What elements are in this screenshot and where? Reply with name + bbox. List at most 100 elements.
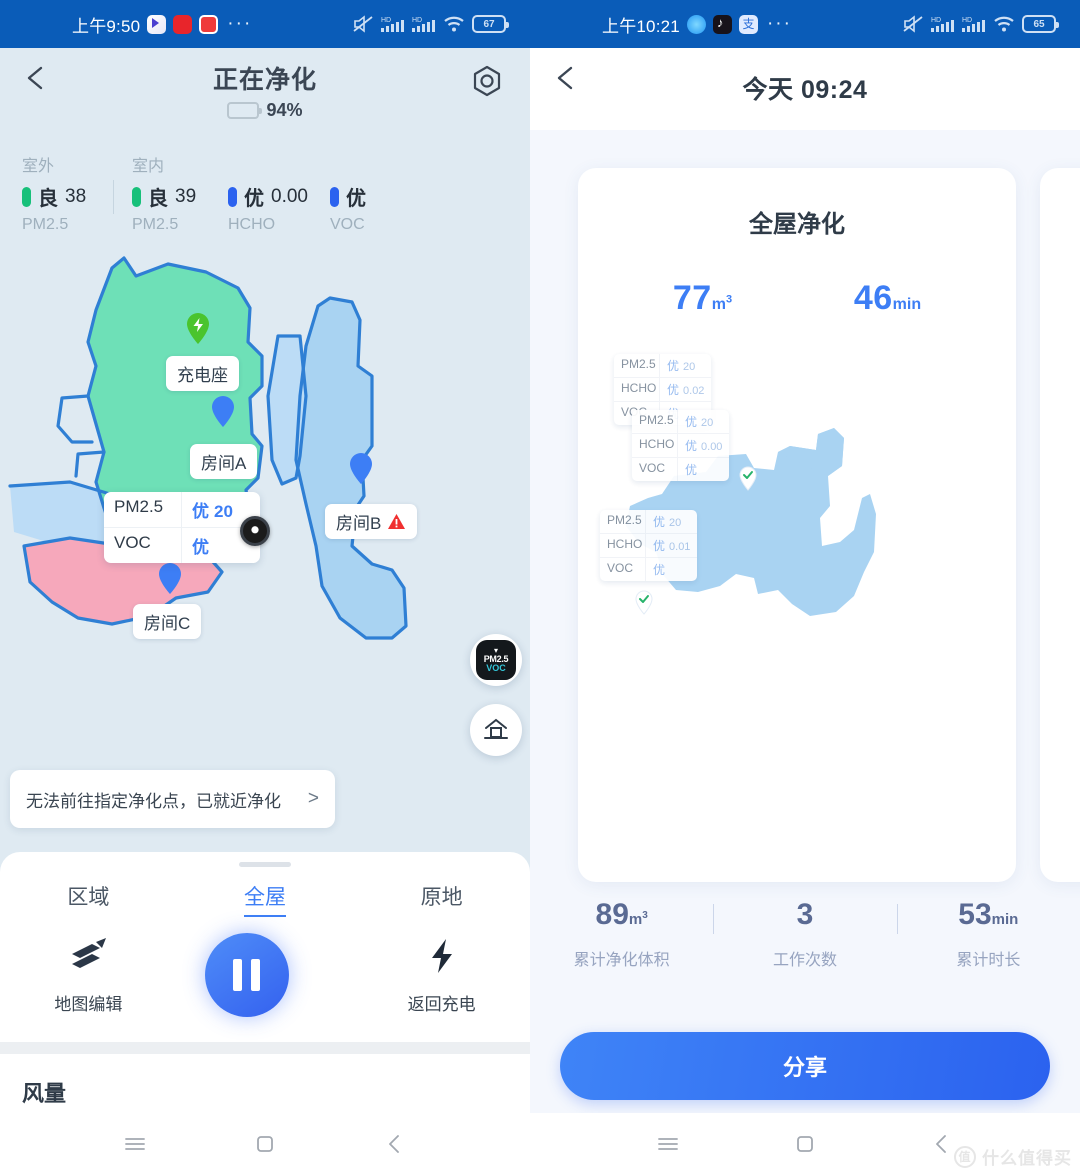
total-duration-label: 累计时长 <box>956 952 1021 969</box>
total-runs: 3 工作次数 <box>713 898 896 970</box>
chevron-right-icon: > <box>307 788 319 809</box>
pause-button[interactable] <box>204 933 325 1017</box>
tip-key: PM2.5 <box>600 510 646 533</box>
home-square-icon[interactable] <box>252 1131 278 1157</box>
red-note-icon <box>199 14 219 34</box>
tab-whole-house[interactable]: 全屋 <box>243 881 286 917</box>
wifi-icon <box>444 16 464 32</box>
tip-row: PM2.5 优 20 <box>600 510 697 533</box>
map-edit-button[interactable]: 地图编辑 <box>28 936 148 1015</box>
air-quality-value: 0.00 <box>271 185 308 207</box>
device-battery-icon <box>227 102 263 119</box>
report-card-next[interactable] <box>1040 168 1080 882</box>
room-a-pin[interactable] <box>208 394 238 432</box>
return-to-dock-button[interactable]: 返回充电 <box>382 936 502 1015</box>
status-toast[interactable]: 无法前往指定净化点，已就近净化 > <box>10 770 335 828</box>
device-battery: 94% <box>0 100 530 121</box>
tip-key: VOC <box>600 558 646 581</box>
air-quality-indoor: 室内 良 39 PM2.5 优 0.00 HCHO 优 VOC <box>114 152 404 234</box>
cumulative-totals: 89m3 累计净化体积 3 工作次数 53min 累计时长 <box>530 898 1080 970</box>
status-battery-level: 65 <box>1033 18 1045 30</box>
report-card-title: 全屋净化 <box>749 211 845 238</box>
report-tip-3: PM2.5 优 20 HCHO 优 0.01 VOC 优 <box>600 510 698 581</box>
tip-level: 优 <box>653 539 666 553</box>
room-b-label[interactable]: 房间B <box>325 504 418 539</box>
tip-row: HCHO 优 0.00 <box>632 433 730 457</box>
action-row: 地图编辑 返回充电 <box>0 933 530 1017</box>
alipay-icon: 支 <box>738 14 758 34</box>
room-a-label[interactable]: 房间A <box>190 444 258 479</box>
status-toast-text: 无法前往指定净化点，已就近净化 <box>26 791 281 811</box>
status-dot <box>228 186 237 207</box>
blue-circle-app-icon <box>686 14 706 34</box>
robot-position-marker[interactable] <box>240 516 270 546</box>
tip-level: 优 <box>685 415 698 429</box>
back-icon[interactable] <box>929 1131 955 1157</box>
menu-icon[interactable] <box>122 1131 148 1157</box>
settings-button[interactable] <box>468 62 506 100</box>
sheet-grabber[interactable] <box>239 862 291 867</box>
total-runs-value: 3 <box>796 898 814 931</box>
report-stats: 77m3 46min <box>578 279 1016 318</box>
home-button[interactable] <box>470 704 522 756</box>
device-battery-percent: 94% <box>266 100 303 120</box>
report-map: PM2.5 优20 HCHO 优0.02 VOC 优 <box>578 346 1016 676</box>
status-overflow-icon: ··· <box>227 13 253 34</box>
tip-value: 优 20 <box>678 410 728 433</box>
mode-tabs: 区域 全屋 原地 <box>0 881 530 917</box>
duration-unit: min <box>892 296 922 313</box>
total-volume-value: 89 <box>595 898 629 931</box>
reading-key: PM2.5 <box>104 492 182 527</box>
svg-text:HD: HD <box>412 17 422 24</box>
room-b-pin[interactable] <box>346 451 376 489</box>
tip-number: 20 <box>683 361 696 373</box>
home-icon <box>484 718 508 739</box>
reading-level: 优 <box>192 538 209 557</box>
tab-zone[interactable]: 区域 <box>67 881 109 917</box>
share-button[interactable]: 分享 <box>560 1032 1050 1100</box>
dock-pin[interactable] <box>183 311 213 349</box>
duration-value: 46 <box>853 279 893 317</box>
air-quality-value: 39 <box>175 185 197 207</box>
map-reading-card[interactable]: PM2.5 优 20 VOC 优 <box>104 492 260 563</box>
home-square-icon[interactable] <box>792 1131 818 1157</box>
tip-level: 优 <box>653 515 666 529</box>
menu-icon[interactable] <box>655 1131 681 1157</box>
air-quality-value: 38 <box>65 185 87 207</box>
report-carousel[interactable]: 全屋净化 77m3 46min PM2.5 优 20 HCHO 优 0.02 P… <box>530 96 1080 886</box>
reading-key: VOC <box>104 528 182 563</box>
dock-label[interactable]: 充电座 <box>166 356 239 391</box>
room-c-label[interactable]: 房间C <box>133 604 202 639</box>
status-dot <box>22 186 31 207</box>
pause-icon <box>204 933 289 1017</box>
location-pin-icon <box>159 563 181 594</box>
air-quality-name: PM2.5 <box>132 216 179 233</box>
reading-row: PM2.5 优 20 <box>104 492 260 527</box>
sensor-toggle-button[interactable]: ▾ PM2.5 VOC <box>470 634 522 686</box>
total-runs-label: 工作次数 <box>772 952 837 969</box>
purified-point-1 <box>738 466 758 492</box>
play-store-icon <box>147 14 167 34</box>
control-sheet: 区域 全屋 原地 地图编辑 返回充电 <box>0 852 530 1042</box>
room-c-pin[interactable] <box>155 561 185 599</box>
status-overflow-icon: ··· <box>766 13 792 34</box>
tip-level: 优 <box>685 439 698 453</box>
floor-map[interactable]: 充电座 房间A 房间B 房间C PM2.5 优 20 VOC 优 ▾ PM2.5… <box>0 246 530 766</box>
reading-number: 20 <box>214 502 233 521</box>
system-navbar-left <box>0 1113 530 1175</box>
tip-key: PM2.5 <box>614 354 660 377</box>
status-bar-left-group: 上午9:50 ··· <box>0 12 252 37</box>
tip-number: 20 <box>701 417 714 429</box>
air-quality-outdoor: 室外 良 38 PM2.5 <box>22 152 114 234</box>
total-volume-label: 累计净化体积 <box>573 952 670 969</box>
lightning-icon <box>431 938 452 973</box>
tip-key: VOC <box>632 458 678 481</box>
air-quality-item: 优 0.00 HCHO <box>228 182 308 234</box>
tip-key: HCHO <box>632 434 678 457</box>
air-quality-item: 良 38 PM2.5 <box>22 182 96 234</box>
air-quality-scope-label: 室内 <box>132 158 165 175</box>
svg-text:HD: HD <box>931 17 941 24</box>
status-bar-left: 上午9:50 ··· HD HD 67 <box>0 0 530 48</box>
tab-spot[interactable]: 原地 <box>421 881 463 917</box>
back-icon[interactable] <box>382 1131 408 1157</box>
